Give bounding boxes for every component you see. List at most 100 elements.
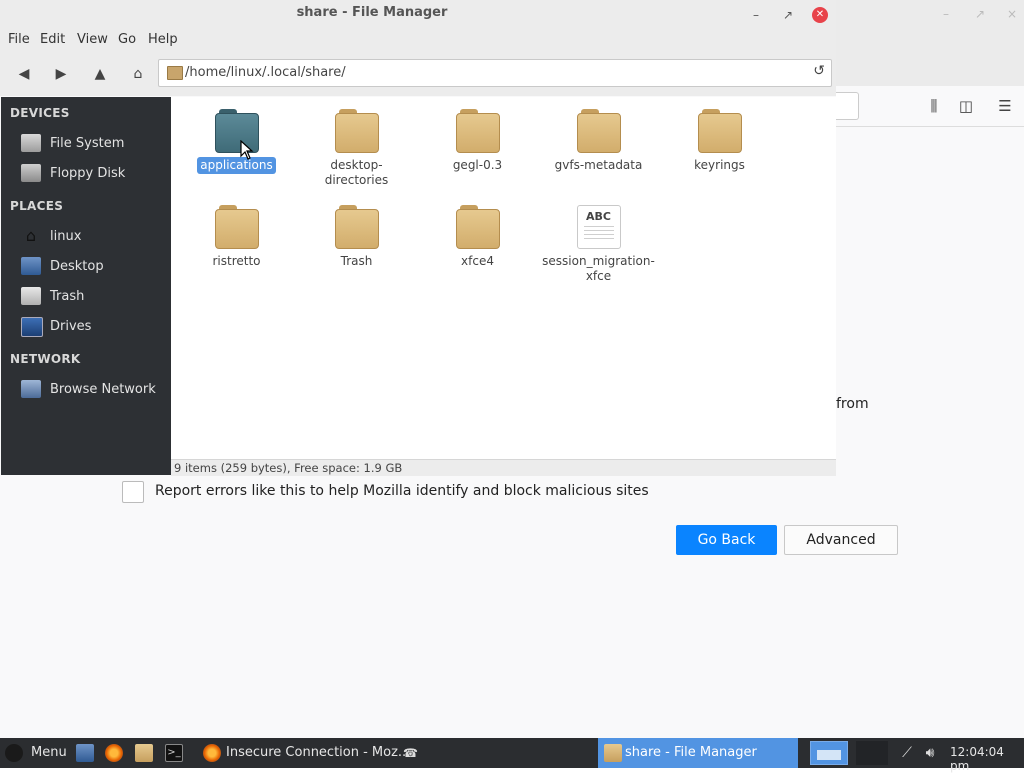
terminal-icon[interactable]: >_ [165,744,183,762]
browser-maximize-icon[interactable]: ↗ [972,6,988,22]
close-icon[interactable]: ✕ [812,7,828,23]
start-menu-button[interactable]: Menu [0,738,70,768]
file-item-applications[interactable]: applications [176,109,297,174]
folder-icon [455,205,500,249]
folder-icon [697,109,742,153]
sidebar-toggle-icon[interactable]: ◫ [956,97,976,115]
home-icon[interactable]: ⌂ [127,64,149,84]
menu-view[interactable]: View [77,32,108,47]
file-view[interactable]: applications desktop-directories gegl-0.… [171,97,836,459]
sidebar-item-label: Browse Network [50,382,156,397]
maximize-icon[interactable]: ↗ [780,7,796,23]
file-item-label: keyrings [694,158,745,172]
browser-url-bar[interactable] [836,92,859,120]
file-item-desktop-directories[interactable]: desktop-directories [296,109,417,189]
browser-titlebar: – ↗ × [836,0,1024,28]
browser-minimize-icon[interactable]: – [938,6,954,22]
file-item-label: gegl-0.3 [452,158,503,172]
taskbar: Menu >_ Insecure Connection - Moz... ☎ s… [0,738,1024,773]
sidebar-item-browse-network[interactable]: Browse Network [1,376,171,404]
sidebar: DEVICES File System Floppy Disk PLACES ⌂… [1,97,171,475]
sidebar-item-desktop[interactable]: Desktop [1,253,171,281]
browser-tab-strip [836,28,1024,86]
report-errors-checkbox[interactable] [122,481,144,503]
file-item-ristretto[interactable]: ristretto [176,205,297,270]
sidebar-item-trash[interactable]: Trash [1,283,171,311]
minimize-icon[interactable]: – [748,7,764,23]
file-item-keyrings[interactable]: keyrings [659,109,780,174]
sidebar-item-label: Drives [50,319,92,334]
file-manager-titlebar[interactable]: share - File Manager – ↗ ✕ [0,0,836,28]
file-item-label: xfce4 [461,254,494,268]
file-item-session-migration-xfce[interactable]: ABC session_migration-xfce [538,205,659,285]
mouse-cursor-icon [240,140,254,160]
workspace-2[interactable] [856,741,888,765]
harddrive-icon [21,134,41,152]
start-menu-label: Menu [31,745,67,760]
volume-icon[interactable]: 🔊︎ [921,744,939,762]
status-bar: 9 items (259 bytes), Free space: 1.9 GB [171,459,836,476]
trash-icon [21,287,41,305]
home-icon: ⌂ [21,227,41,245]
places-header: PLACES [10,199,64,213]
up-arrow-icon[interactable]: ▲ [89,64,111,84]
sidebar-item-label: Desktop [50,259,104,274]
folder-icon [576,109,621,153]
file-item-xfce4[interactable]: xfce4 [417,205,538,270]
task-label: Insecure Connection - Moz... [226,745,411,760]
folder-icon [214,205,259,249]
sidebar-item-label: Trash [50,289,85,304]
task-insecure-connection[interactable]: Insecure Connection - Moz... ☎ [198,738,426,768]
menu-bar: File Edit View Go Help [0,28,836,52]
library-icon[interactable]: ⫼ [924,97,944,115]
floppy-icon [21,164,41,182]
file-item-gvfs-metadata[interactable]: gvfs-metadata [538,109,659,174]
menu-edit[interactable]: Edit [40,32,65,47]
network-icon [21,380,41,398]
desktop-icon [21,257,41,275]
window-title: share - File Manager [296,5,448,20]
sidebar-item-floppy-disk[interactable]: Floppy Disk [1,160,171,188]
sidebar-item-drives[interactable]: Drives [1,313,171,341]
text-file-icon: ABC [576,205,621,249]
file-item-label: session_migration-xfce [542,254,655,283]
location-bar[interactable]: /home/linux/.local/share/ ↺ [158,59,832,87]
menu-help[interactable]: Help [148,32,178,47]
forward-arrow-icon[interactable]: ▶ [50,64,72,84]
task-label: share - File Manager [625,745,757,760]
folder-icon [167,66,183,80]
folder-icon [334,205,379,249]
back-arrow-icon[interactable]: ◀ [13,64,35,84]
file-item-label: gvfs-metadata [554,158,643,172]
file-item-label: desktop-directories [324,158,389,187]
sidebar-item-label: Floppy Disk [50,166,126,181]
reload-icon[interactable]: ↺ [813,63,825,79]
file-manager-launcher-icon[interactable] [135,744,153,762]
workspace-1[interactable] [810,741,848,765]
clock[interactable]: 12:04:04 pm [950,745,1024,773]
folder-icon [604,744,622,762]
network-header: NETWORK [10,352,81,366]
go-back-button[interactable]: Go Back [676,525,777,555]
firefox-icon[interactable] [105,744,123,762]
browser-close-icon[interactable]: × [1004,6,1020,22]
sidebar-item-file-system[interactable]: File System [1,130,171,158]
file-item-trash[interactable]: Trash [296,205,417,270]
menu-file[interactable]: File [8,32,30,47]
devices-header: DEVICES [10,106,70,120]
advanced-button[interactable]: Advanced [784,525,898,555]
mint-logo-icon [5,744,23,762]
report-errors-label: Report errors like this to help Mozilla … [155,483,649,499]
hamburger-menu-icon[interactable]: ☰ [995,97,1015,115]
location-path[interactable]: /home/linux/.local/share/ [185,65,346,80]
sidebar-item-linux[interactable]: ⌂ linux [1,223,171,251]
show-desktop-icon[interactable] [76,744,94,762]
folder-icon [455,109,500,153]
network-tray-icon[interactable]: ⟋ [898,744,916,762]
file-item-gegl[interactable]: gegl-0.3 [417,109,538,174]
sidebar-item-label: linux [50,229,82,244]
menu-go[interactable]: Go [118,32,136,47]
task-share-file-manager[interactable]: share - File Manager [598,738,798,768]
firefox-icon [203,744,221,762]
folder-icon [334,109,379,153]
